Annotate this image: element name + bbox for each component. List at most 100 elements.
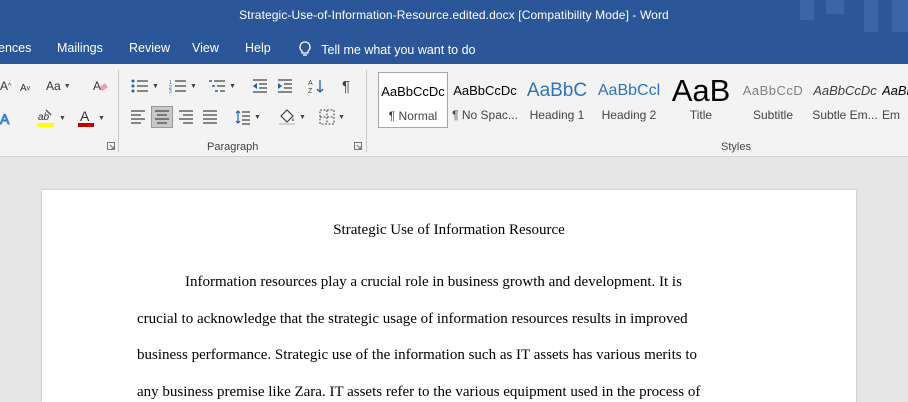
multilevel-list-icon <box>209 80 226 92</box>
tab-references[interactable]: ences <box>0 41 31 55</box>
sort-icon: A Z <box>308 80 324 94</box>
borders-button[interactable]: ▼ <box>316 108 348 126</box>
highlighter-icon: ab <box>37 109 55 127</box>
bullets-icon <box>131 79 149 93</box>
paragraph-line: Information resources play a crucial rol… <box>185 274 682 290</box>
chevron-down-icon: ▼ <box>338 113 345 121</box>
style-name: Em <box>882 108 900 122</box>
text-effects-icon: A <box>0 111 11 127</box>
paragraph-dialog-launcher-icon[interactable] <box>354 142 362 150</box>
chevron-down-icon: ▼ <box>254 113 261 121</box>
paragraph-line: any business premise like Zara. IT asset… <box>137 384 701 400</box>
chevron-down-icon: ▼ <box>98 114 105 122</box>
tell-me-search[interactable]: Tell me what you want to do <box>298 41 476 57</box>
style-heading-1[interactable]: AaBbC Heading 1 <box>522 72 592 128</box>
line-spacing-icon <box>235 110 251 125</box>
style-preview: AaB <box>671 76 731 106</box>
paragraph-line: business performance. Strategic use of t… <box>137 347 698 363</box>
grow-font-label: A <box>0 79 9 93</box>
justify-button[interactable] <box>201 108 219 126</box>
paragraph-line: crucial to acknowledge that the strategi… <box>137 311 688 327</box>
decrease-indent-icon <box>253 79 267 93</box>
line-spacing-button[interactable]: ▼ <box>232 108 264 126</box>
borders-icon <box>319 109 335 125</box>
align-left-button[interactable] <box>129 108 147 126</box>
change-case-label: Aa <box>46 79 61 93</box>
styles-gallery: AaBbCcDc ¶ Normal AaBbCcDc ¶ No Spac... … <box>374 70 908 130</box>
lightbulb-icon <box>299 41 311 56</box>
svg-text:A: A <box>0 111 10 127</box>
style-title[interactable]: AaB Title <box>666 72 736 128</box>
style-name: ¶ Normal <box>388 109 438 123</box>
decrease-indent-button[interactable] <box>251 78 269 94</box>
style-preview: AaBbC <box>526 80 588 101</box>
align-left-icon <box>131 110 145 124</box>
bullets-button[interactable]: ▼ <box>129 78 161 94</box>
group-separator <box>366 70 367 152</box>
chevron-down-icon: ▼ <box>59 114 66 122</box>
multilevel-list-button[interactable]: ▼ <box>206 78 238 94</box>
ribbon-tab-bar: ences Mailings Review View Help Tell me … <box>0 32 908 64</box>
font-color-button[interactable]: A ▼ <box>76 108 106 128</box>
highlight-color-button[interactable]: ab ▼ <box>36 108 66 128</box>
svg-text:ab: ab <box>38 112 50 123</box>
document-page[interactable]: Strategic Use of Information Resource In… <box>42 190 856 402</box>
style-preview: AaBbCcDc <box>813 83 877 98</box>
tab-view[interactable]: View <box>192 41 219 55</box>
change-case-button[interactable]: Aa ▼ <box>46 78 71 94</box>
chevron-down-icon: ▼ <box>190 82 197 90</box>
title-bar: Strategic-Use-of-Information-Resource.ed… <box>0 0 908 32</box>
svg-text:A: A <box>93 79 101 93</box>
tab-review[interactable]: Review <box>129 41 170 55</box>
shrink-font-button[interactable]: Av <box>20 80 30 96</box>
pilcrow-icon: ¶ <box>341 77 351 95</box>
style-preview: AaBbCcl <box>597 82 661 99</box>
style-preview: AaBbCcDc <box>453 83 517 98</box>
show-formatting-marks-button[interactable]: ¶ <box>338 77 354 95</box>
clear-formatting-button[interactable]: A <box>91 78 109 94</box>
group-separator <box>118 70 119 152</box>
svg-text:A: A <box>80 108 90 124</box>
tab-help[interactable]: Help <box>245 41 271 55</box>
style-name: Subtitle <box>752 108 794 122</box>
align-center-icon <box>155 110 169 124</box>
paint-bucket-icon <box>279 109 296 125</box>
shading-button[interactable]: ▼ <box>276 108 308 126</box>
style-preview: AaBbCcDc <box>882 83 908 98</box>
numbering-button[interactable]: 1 2 3 ▼ <box>167 78 199 94</box>
style-name: Heading 1 <box>529 108 585 122</box>
style-emphasis[interactable]: AaBbCcDc Em <box>882 72 908 128</box>
style-name: ¶ No Spac... <box>452 108 518 122</box>
text-effects-button[interactable]: A <box>0 110 14 128</box>
window-title: Strategic-Use-of-Information-Resource.ed… <box>239 8 669 22</box>
svg-text:Z: Z <box>308 88 313 94</box>
shrink-font-label: A <box>20 82 27 94</box>
style-normal[interactable]: AaBbCcDc ¶ Normal <box>378 72 448 128</box>
svg-text:3: 3 <box>169 89 172 93</box>
style-no-spacing[interactable]: AaBbCcDc ¶ No Spac... <box>450 72 520 128</box>
chevron-down-icon: ▼ <box>152 82 159 90</box>
chevron-down-icon: ▼ <box>229 82 236 90</box>
align-center-button[interactable] <box>151 106 173 128</box>
grow-font-button[interactable]: A ^ <box>0 78 11 94</box>
align-right-button[interactable] <box>177 108 195 126</box>
style-heading-2[interactable]: AaBbCcl Heading 2 <box>594 72 664 128</box>
style-name: Heading 2 <box>601 108 657 122</box>
font-color-icon: A <box>78 108 95 127</box>
clear-formatting-icon: A <box>93 79 108 93</box>
style-name: Subtle Em... <box>812 108 878 122</box>
paragraph-group-label: Paragraph <box>207 141 259 153</box>
style-subtle-emphasis[interactable]: AaBbCcDc Subtle Em... <box>810 72 880 128</box>
chevron-down-icon: ▼ <box>63 82 71 90</box>
increase-indent-button[interactable] <box>276 78 294 94</box>
style-preview: AaBbCcDc <box>381 84 445 99</box>
style-preview: AaBbCcD <box>742 83 804 98</box>
sort-button[interactable]: A Z <box>307 78 325 94</box>
increase-indent-icon <box>278 79 292 93</box>
style-name: Title <box>689 108 713 122</box>
style-subtitle[interactable]: AaBbCcD Subtitle <box>738 72 808 128</box>
numbering-icon: 1 2 3 <box>169 80 187 93</box>
tab-mailings[interactable]: Mailings <box>57 41 103 55</box>
tell-me-text: Tell me what you want to do <box>321 43 476 57</box>
font-dialog-launcher-icon[interactable] <box>107 142 115 150</box>
